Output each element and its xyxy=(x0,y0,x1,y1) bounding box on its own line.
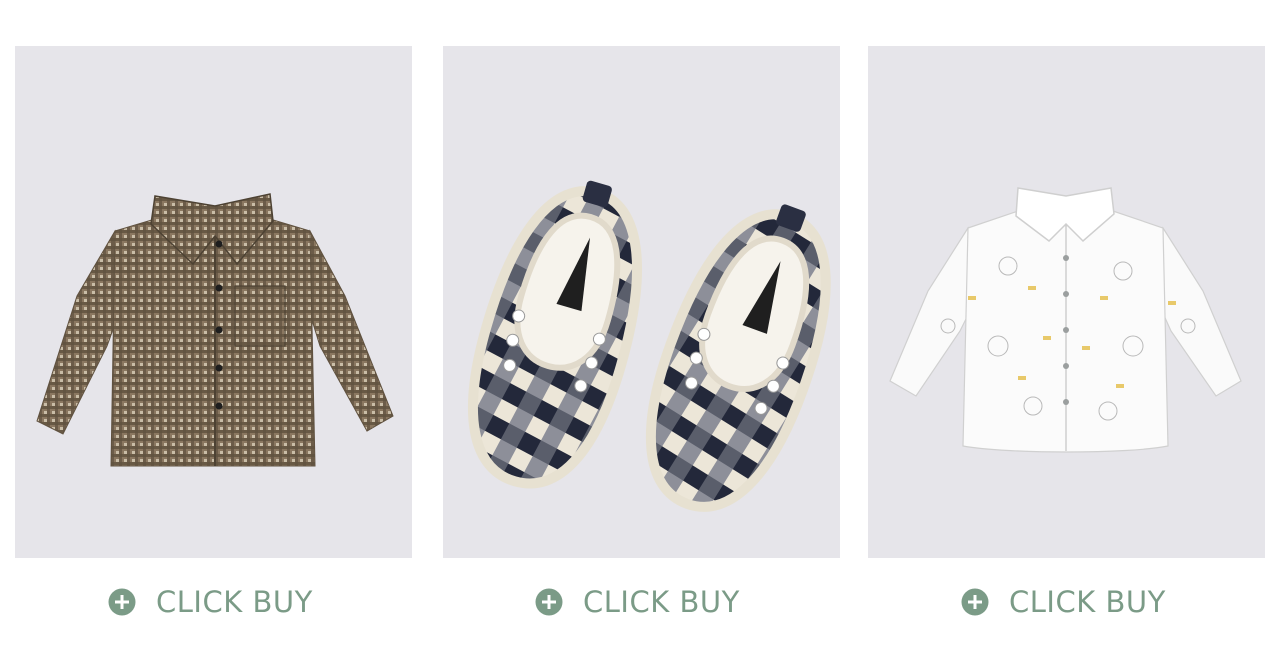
plus-circle-icon xyxy=(961,588,989,616)
product-card-print-shirt[interactable] xyxy=(868,46,1265,558)
click-buy-button-plaid-shoes[interactable]: CLICK BUY xyxy=(535,582,740,622)
brown-plaid-shirt-icon xyxy=(36,193,394,467)
click-buy-label: CLICK BUY xyxy=(583,584,740,619)
click-buy-button-print-shirt[interactable]: CLICK BUY xyxy=(961,582,1166,622)
plaid-slip-on-shoes-icon xyxy=(467,180,831,512)
click-buy-button-plaid-shirt[interactable]: CLICK BUY xyxy=(108,582,313,622)
plus-circle-icon xyxy=(108,588,136,616)
product-card-plaid-shirt[interactable] xyxy=(15,46,412,558)
plus-circle-icon xyxy=(535,588,563,616)
click-buy-label: CLICK BUY xyxy=(156,584,313,619)
white-print-shirt-icon xyxy=(889,187,1242,453)
product-card-plaid-shoes[interactable] xyxy=(443,46,840,558)
click-buy-label: CLICK BUY xyxy=(1009,584,1166,619)
